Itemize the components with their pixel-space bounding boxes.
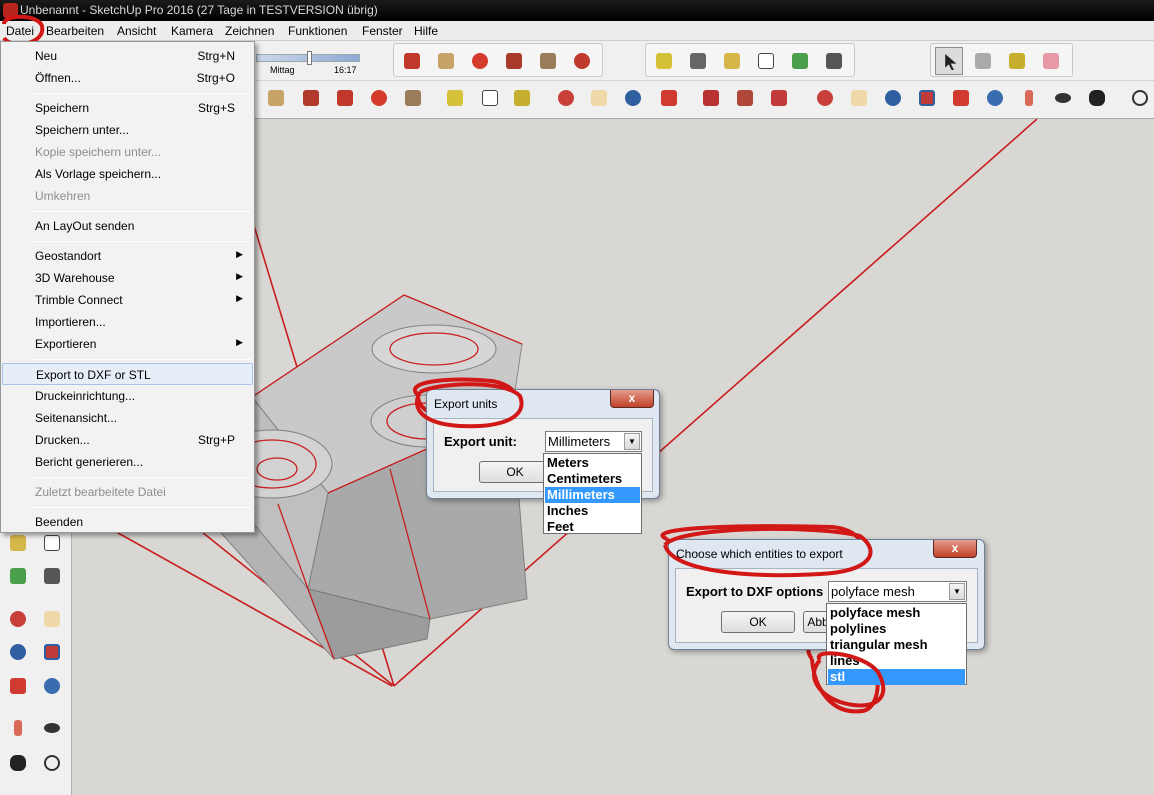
dialog-annotation-marks [414,382,886,708]
